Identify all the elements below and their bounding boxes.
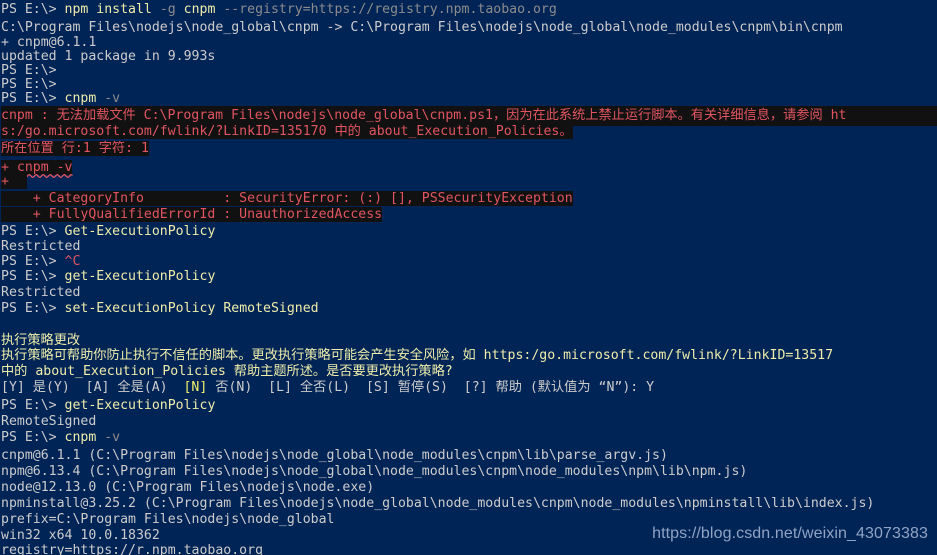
terminal-text: -v [104, 91, 121, 106]
terminal-line: C:\Program Files\nodejs\node_global\cnpm… [0, 18, 843, 38]
terminal-text: -v [104, 430, 121, 445]
terminal-line: 所在位置 行:1 字符: 1 [0, 139, 149, 159]
terminal-line: registry=https://r.npm.taobao.org [0, 541, 263, 555]
terminal-text: Get-ExecutionPolicy [64, 224, 216, 239]
terminal-text: 中的 about_Execution_Policies 帮助主题所述。是否要更改… [1, 364, 453, 379]
terminal-text: RemoteSigned [1, 414, 97, 429]
terminal-text: Restricted [1, 285, 81, 300]
terminal-text: npm@6.13.4 (C:\Program Files\nodejs\node… [1, 464, 748, 479]
terminal-text: cnpm@6.1.1 (C:\Program Files\nodejs\node… [1, 448, 668, 463]
terminal-text: npminstall@3.25.2 (C:\Program Files\node… [1, 496, 875, 511]
terminal-text: cnpm [64, 91, 105, 106]
terminal-text: --registry=https://registry.npm.taobao.o… [223, 2, 557, 17]
terminal-text: cnpm [183, 2, 224, 17]
terminal-text: 否(N) [L] 全否(L) [S] 暂停(S) [?] 帮助 (默认值为 “N… [207, 380, 655, 395]
terminal-text: set-ExecutionPolicy RemoteSigned [64, 301, 319, 316]
powershell-terminal[interactable]: PS E:\> npm install -g cnpm --registry=h… [0, 0, 937, 555]
terminal-text: node@12.13.0 (C:\Program Files\nodejs\no… [1, 480, 375, 495]
terminal-text: PS E:\> [1, 398, 65, 413]
terminal-text: 所在位置 行:1 字符: 1 [1, 141, 149, 156]
terminal-text: s:/go.microsoft.com/fwlink/?LinkID=13517… [1, 124, 573, 139]
terminal-text: [N] [183, 380, 208, 395]
terminal-text: 执行策略可帮助你防止执行不信任的脚本。更改执行策略可能会产生安全风险，如 htt… [1, 348, 834, 363]
csdn-watermark: https://blog.csdn.net/weixin_43073383 [652, 525, 928, 542]
terminal-line: [Y] 是(Y) [A] 全是(A) [N] 否(N) [L] 全否(L) [S… [0, 378, 654, 398]
terminal-text: + [1, 174, 27, 189]
terminal-text: -g [159, 2, 184, 17]
terminal-line: PS E:\> cnpm -v [0, 428, 120, 448]
terminal-text: [Y] 是(Y) [A] 全是(A) [1, 380, 184, 395]
terminal-text: PS E:\> [1, 430, 65, 445]
terminal-text: npm install [64, 2, 160, 17]
terminal-text: registry=https://r.npm.taobao.org [1, 543, 264, 555]
terminal-text: get-ExecutionPolicy [64, 269, 216, 284]
terminal-text: + FullyQualifiedErrorId : UnauthorizedAc… [1, 207, 383, 222]
terminal-text: PS E:\> [1, 269, 65, 284]
terminal-text: PS E:\> [1, 301, 65, 316]
terminal-line: PS E:\> npm install -g cnpm --registry=h… [0, 0, 557, 20]
terminal-text: PS E:\> [1, 91, 65, 106]
terminal-text: cnpm [64, 430, 105, 445]
terminal-text: + CategoryInfo : SecurityError: (:) [], … [1, 191, 573, 206]
terminal-text: C:\Program Files\nodejs\node_global\cnpm… [1, 20, 843, 35]
terminal-text: PS E:\> [1, 2, 65, 17]
terminal-line: PS E:\> set-ExecutionPolicy RemoteSigned [0, 299, 319, 319]
terminal-text: prefix=C:\Program Files\nodejs\node_glob… [1, 512, 335, 527]
terminal-text: get-ExecutionPolicy [64, 398, 216, 413]
